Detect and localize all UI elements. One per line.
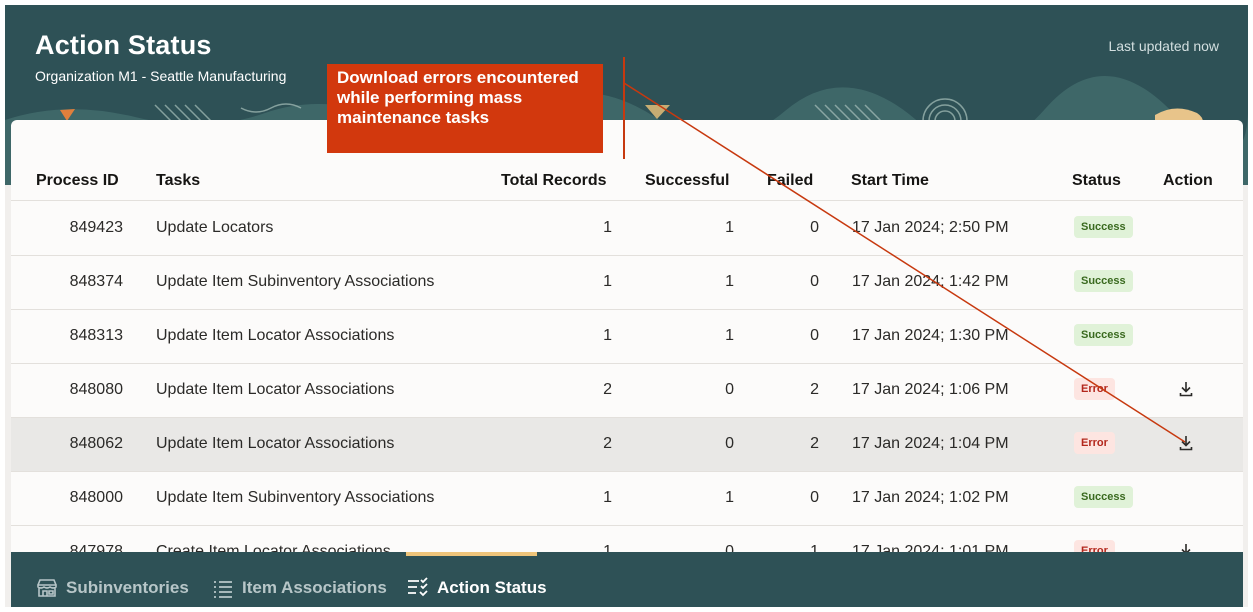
- download-icon[interactable]: [1178, 380, 1194, 398]
- cell-start-time: 17 Jan 2024; 1:30 PM: [852, 327, 1009, 344]
- action-status-table: Process ID Tasks Total Records Successfu…: [11, 120, 1243, 560]
- table-row[interactable]: 849423 Update Locators 1 1 0 17 Jan 2024…: [11, 202, 1243, 256]
- checklist-icon: [408, 577, 428, 597]
- status-badge: Error: [1074, 432, 1115, 454]
- cell-successful: 1: [725, 273, 734, 290]
- cell-failed: 0: [810, 219, 819, 236]
- cell-task: Update Item Locator Associations: [156, 435, 395, 452]
- cell-failed: 0: [810, 489, 819, 506]
- cell-total: 2: [603, 435, 612, 452]
- cell-failed: 0: [810, 273, 819, 290]
- cell-total: 1: [603, 489, 612, 506]
- organization-subtitle: Organization M1 - Seattle Manufacturing: [35, 68, 287, 84]
- status-badge: Success: [1074, 270, 1133, 292]
- table-row[interactable]: 848080 Update Item Locator Associations …: [11, 364, 1243, 418]
- nav-label: Subinventories: [66, 578, 189, 597]
- table-row[interactable]: 848374 Update Item Subinventory Associat…: [11, 256, 1243, 310]
- cell-failed: 2: [810, 435, 819, 452]
- cell-task: Update Item Locator Associations: [156, 381, 395, 398]
- cell-start-time: 17 Jan 2024; 2:50 PM: [852, 219, 1009, 236]
- cell-process-id: 848062: [69, 435, 123, 452]
- cell-process-id: 848313: [69, 327, 123, 344]
- cell-task: Update Locators: [156, 219, 274, 236]
- cell-process-id: 848000: [69, 489, 123, 506]
- last-updated-text: Last updated now: [1108, 38, 1219, 54]
- cell-start-time: 17 Jan 2024; 1:02 PM: [852, 489, 1009, 506]
- cell-process-id: 848374: [69, 273, 123, 290]
- cell-total: 1: [603, 219, 612, 236]
- column-action: Action: [1163, 172, 1213, 189]
- column-successful: Successful: [645, 172, 730, 189]
- cell-successful: 1: [725, 219, 734, 236]
- callout-leader-line: [623, 57, 625, 159]
- active-tab-indicator: [406, 552, 537, 556]
- column-total-records: Total Records: [501, 172, 607, 189]
- cell-total: 1: [603, 327, 612, 344]
- cell-start-time: 17 Jan 2024; 1:04 PM: [852, 435, 1009, 452]
- cell-successful: 1: [725, 489, 734, 506]
- cell-task: Update Item Locator Associations: [156, 327, 395, 344]
- page-title: Action Status: [35, 30, 212, 60]
- table-row[interactable]: 848313 Update Item Locator Associations …: [11, 310, 1243, 364]
- store-icon: [37, 579, 57, 597]
- callout-annotation: Download errors encountered while perfor…: [327, 64, 603, 153]
- cell-total: 2: [603, 381, 612, 398]
- table-row[interactable]: 848000 Update Item Subinventory Associat…: [11, 472, 1243, 526]
- download-icon[interactable]: [1178, 434, 1194, 452]
- cell-successful: 0: [725, 435, 734, 452]
- cell-task: Update Item Subinventory Associations: [156, 489, 435, 506]
- status-badge: Success: [1074, 486, 1133, 508]
- status-badge: Error: [1074, 378, 1115, 400]
- table-header: Process ID Tasks Total Records Successfu…: [11, 163, 1243, 201]
- column-tasks: Tasks: [156, 172, 201, 189]
- cell-successful: 1: [725, 327, 734, 344]
- cell-task: Update Item Subinventory Associations: [156, 273, 435, 290]
- column-process-id: Process ID: [36, 172, 119, 189]
- column-failed: Failed: [767, 172, 814, 189]
- status-badge: Success: [1074, 216, 1133, 238]
- cell-start-time: 17 Jan 2024; 1:42 PM: [852, 273, 1009, 290]
- cell-process-id: 849423: [69, 219, 123, 236]
- list-icon: [214, 581, 232, 598]
- column-start-time: Start Time: [851, 172, 929, 189]
- table-row[interactable]: 848062 Update Item Locator Associations …: [11, 418, 1243, 472]
- cell-failed: 0: [810, 327, 819, 344]
- nav-label: Item Associations: [242, 578, 387, 597]
- bottom-nav: Subinventories Item Associations Action …: [11, 552, 1243, 607]
- cell-total: 1: [603, 273, 612, 290]
- cell-start-time: 17 Jan 2024; 1:06 PM: [852, 381, 1009, 398]
- cell-process-id: 848080: [69, 381, 123, 398]
- nav-label: Action Status: [437, 578, 547, 597]
- app-frame: Action Status Organization M1 - Seattle …: [5, 5, 1248, 607]
- cell-failed: 2: [810, 381, 819, 398]
- column-status: Status: [1072, 172, 1121, 189]
- cell-successful: 0: [725, 381, 734, 398]
- status-badge: Success: [1074, 324, 1133, 346]
